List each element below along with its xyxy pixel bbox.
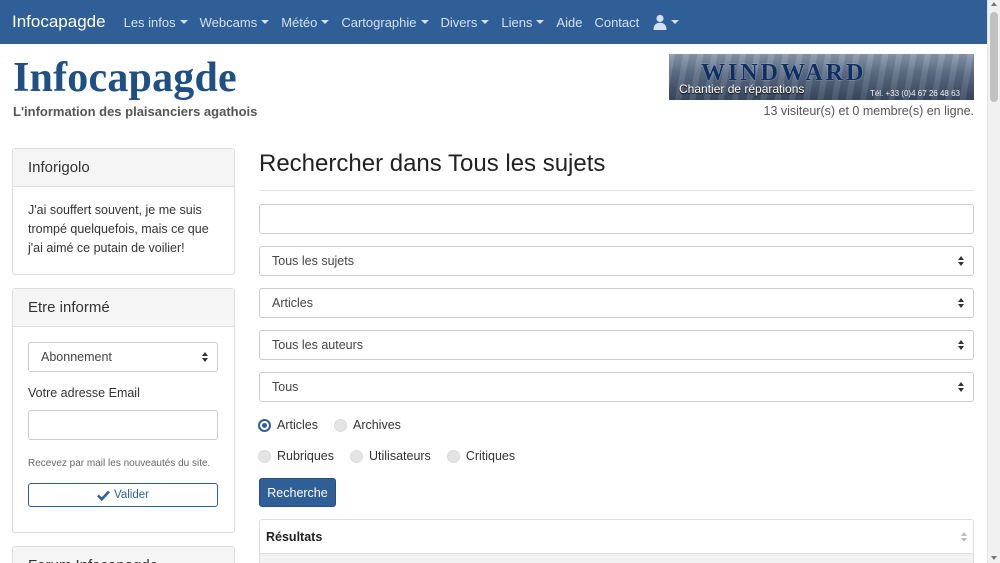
nav-item-liens[interactable]: Liens <box>501 14 545 30</box>
panel-heading: Forum Infocapagde <box>13 547 234 563</box>
caret-down-icon <box>179 20 188 24</box>
page-scrollbar[interactable] <box>987 0 1000 563</box>
nav-item-divers[interactable]: Divers <box>441 15 490 30</box>
scroll-thumb[interactable] <box>990 12 998 102</box>
email-label: Votre adresse Email <box>28 386 140 400</box>
nav-item-cartographie[interactable]: Cartographie <box>341 14 429 30</box>
caret-down-icon <box>321 20 330 24</box>
select-arrows-icon <box>958 340 964 350</box>
select-value: Tous les sujets <box>272 254 354 268</box>
user-icon <box>653 14 667 30</box>
nav-item-meteo[interactable]: Météo <box>281 14 330 30</box>
scroll-up-icon[interactable] <box>991 2 997 6</box>
search-button[interactable]: Recherche <box>259 478 336 507</box>
select-value: Tous <box>272 380 299 394</box>
select-arrows-icon <box>958 298 964 308</box>
nav-item-contact[interactable]: Contact <box>594 15 639 30</box>
panel-heading: Etre informé <box>13 289 234 327</box>
radio-articles[interactable]: Articles <box>258 418 318 432</box>
nav-item-aide[interactable]: Aide <box>556 15 582 30</box>
radio-checked-icon[interactable] <box>258 418 271 432</box>
radio-label: Articles <box>277 418 318 432</box>
column-header: Résultats <box>266 529 323 544</box>
radio-label: Utilisateurs <box>368 449 431 463</box>
radio-archives[interactable]: Archives <box>333 418 401 432</box>
topic-select[interactable]: Tous les sujets <box>259 246 974 276</box>
radio-unchecked-icon[interactable] <box>446 449 460 463</box>
radio-unchecked-icon[interactable] <box>333 418 347 432</box>
navbar-brand[interactable]: Infocapagde <box>0 12 124 32</box>
visitors-online: 13 visiteur(s) et 0 membre(s) en ligne. <box>763 104 975 118</box>
email-help: Recevez par mail les nouveautés du site. <box>28 458 211 469</box>
panel-forum: Forum Infocapagde <box>12 546 235 563</box>
button-label: Valider <box>114 488 149 501</box>
select-arrows-icon <box>202 352 208 362</box>
select-value: Articles <box>272 296 313 310</box>
caret-down-icon <box>481 20 490 24</box>
top-navbar: Infocapagde Les infos Webcams Météo Cart… <box>0 0 987 44</box>
site-title[interactable]: Infocapagde <box>13 54 237 102</box>
select-arrows-icon <box>958 256 964 266</box>
user-menu[interactable] <box>653 14 680 30</box>
radio-label: Archives <box>352 418 401 432</box>
inforigolo-text: J'ai souffert souvent, je me suis trompé… <box>28 203 209 255</box>
panel-heading: Inforigolo <box>13 149 234 187</box>
radio-rubriques[interactable]: Rubriques <box>258 449 334 463</box>
radio-label: Rubriques <box>277 449 334 463</box>
subscription-select[interactable]: Abonnement <box>28 342 218 372</box>
caret-down-icon <box>420 20 429 24</box>
table-row <box>260 554 973 563</box>
select-value: Abonnement <box>41 349 112 364</box>
banner-subtitle: Chantier de réparations <box>679 82 805 96</box>
nav-label: Les infos <box>123 14 176 30</box>
scroll-down-icon[interactable] <box>991 556 997 560</box>
type-select[interactable]: Articles <box>259 288 974 318</box>
results-header[interactable]: Résultats <box>260 520 973 554</box>
nav-item-webcams[interactable]: Webcams <box>200 15 270 30</box>
nav-label: Météo <box>281 14 318 30</box>
radio-label: Critiques <box>465 449 516 463</box>
nav-label: Aide <box>556 14 583 30</box>
caret-down-icon <box>671 20 680 24</box>
validate-button[interactable]: Valider <box>28 483 218 507</box>
site-tagline: L'information des plaisanciers agathois <box>13 104 258 119</box>
panel-inforigolo: Inforigolo J'ai souffert souvent, je me … <box>12 148 235 275</box>
search-input[interactable] <box>259 204 974 234</box>
email-field[interactable] <box>28 410 218 440</box>
radio-group-2: Rubriques Utilisateurs Critiques <box>258 449 531 463</box>
nav-label: Contact <box>594 14 640 30</box>
radio-critiques[interactable]: Critiques <box>446 449 516 463</box>
advertising-banner[interactable]: WINDWARD Chantier de réparations Tél. +3… <box>669 54 974 100</box>
select-arrows-icon <box>958 382 964 392</box>
nav-item-les-infos[interactable]: Les infos <box>124 15 188 30</box>
panel-subscribe: Etre informé Abonnement Votre adresse Em… <box>12 288 235 533</box>
radio-unchecked-icon[interactable] <box>258 449 271 463</box>
radio-utilisateurs[interactable]: Utilisateurs <box>349 449 431 463</box>
page-title: Rechercher dans Tous les sujets <box>259 150 606 177</box>
caret-down-icon <box>536 20 545 24</box>
title-divider <box>259 190 974 191</box>
nav-label: Webcams <box>199 14 258 30</box>
sort-icon[interactable] <box>961 532 967 542</box>
radio-unchecked-icon[interactable] <box>349 449 363 463</box>
author-select[interactable]: Tous les auteurs <box>259 330 974 360</box>
caret-down-icon <box>261 20 270 24</box>
banner-phone: Tél. +33 (0)4 67 26 48 63 <box>869 89 960 98</box>
results-table: Résultats <box>259 519 974 563</box>
nav-label: Divers <box>440 14 478 30</box>
check-icon <box>97 490 110 501</box>
radio-group-1: Articles Archives <box>258 418 417 432</box>
nav-label: Liens <box>501 14 533 30</box>
nav-label: Cartographie <box>341 14 417 30</box>
date-select[interactable]: Tous <box>259 372 974 402</box>
select-value: Tous les auteurs <box>272 338 364 352</box>
